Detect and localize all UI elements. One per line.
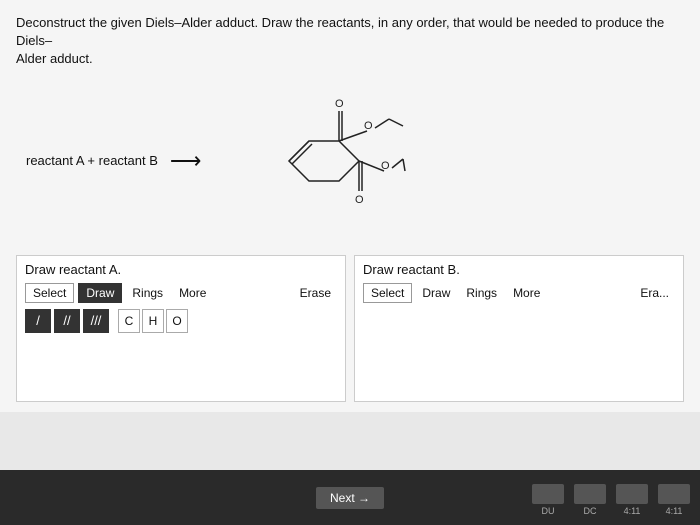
- bottom-bar: Next → DU DC 4:11 4:11: [0, 470, 700, 525]
- svg-text:O: O: [335, 98, 344, 110]
- bottom-icon-1: DU: [532, 484, 564, 517]
- instruction: Deconstruct the given Diels–Alder adduct…: [16, 14, 684, 69]
- reaction-area: reactant A + reactant B ⟶ O O: [16, 81, 684, 241]
- panels-container: Draw reactant A. Select Draw Rings More …: [16, 255, 684, 402]
- panel-b-rings-btn[interactable]: Rings: [460, 284, 503, 302]
- svg-text:O: O: [381, 160, 390, 172]
- panel-b-select-btn[interactable]: Select: [363, 283, 412, 303]
- reaction-arrow: ⟶: [170, 148, 202, 174]
- panel-a-atom-group: C H O: [118, 309, 188, 333]
- bottom-icon-3: 4:11: [616, 484, 648, 517]
- panel-a-toolbar: Select Draw Rings More Erase: [25, 283, 337, 303]
- panel-a-oxygen-btn[interactable]: O: [166, 309, 188, 333]
- bottom-icon-4: 4:11: [658, 484, 690, 517]
- panel-a-erase-btn[interactable]: Erase: [294, 284, 337, 302]
- panel-a-more-btn[interactable]: More: [173, 284, 212, 302]
- panel-a-rings-btn[interactable]: Rings: [126, 284, 169, 302]
- panel-a-hydrogen-btn[interactable]: H: [142, 309, 164, 333]
- molecule-diagram: O O O O: [209, 81, 409, 241]
- panel-b-draw-area[interactable]: [363, 309, 675, 369]
- bottom-icon-group: DU DC 4:11 4:11: [532, 484, 690, 517]
- panel-a-double-bond-btn[interactable]: //: [54, 309, 80, 333]
- panel-a-title: Draw reactant A.: [25, 262, 337, 277]
- panel-b-title: Draw reactant B.: [363, 262, 675, 277]
- panel-a-select-btn[interactable]: Select: [25, 283, 74, 303]
- panel-a-triple-bond-btn[interactable]: ///: [83, 309, 109, 333]
- next-button[interactable]: Next →: [316, 487, 384, 509]
- panel-a-carbon-btn[interactable]: C: [118, 309, 140, 333]
- panel-b-more-btn[interactable]: More: [507, 284, 546, 302]
- panel-a: Draw reactant A. Select Draw Rings More …: [16, 255, 346, 402]
- reactant-label: reactant A + reactant B: [26, 153, 158, 168]
- panel-b-erase-btn[interactable]: Era...: [634, 284, 675, 302]
- bottom-icon-2: DC: [574, 484, 606, 517]
- panel-a-bond-row: / // /// C H O: [25, 309, 337, 333]
- panel-b-draw-btn[interactable]: Draw: [416, 284, 456, 302]
- panel-b-toolbar: Select Draw Rings More Era...: [363, 283, 675, 303]
- panel-a-draw-area[interactable]: [25, 333, 337, 393]
- panel-a-single-bond-btn[interactable]: /: [25, 309, 51, 333]
- panel-b: Draw reactant B. Select Draw Rings More …: [354, 255, 684, 402]
- panel-a-draw-btn[interactable]: Draw: [78, 283, 122, 303]
- svg-text:O: O: [364, 120, 373, 132]
- svg-text:O: O: [355, 194, 364, 206]
